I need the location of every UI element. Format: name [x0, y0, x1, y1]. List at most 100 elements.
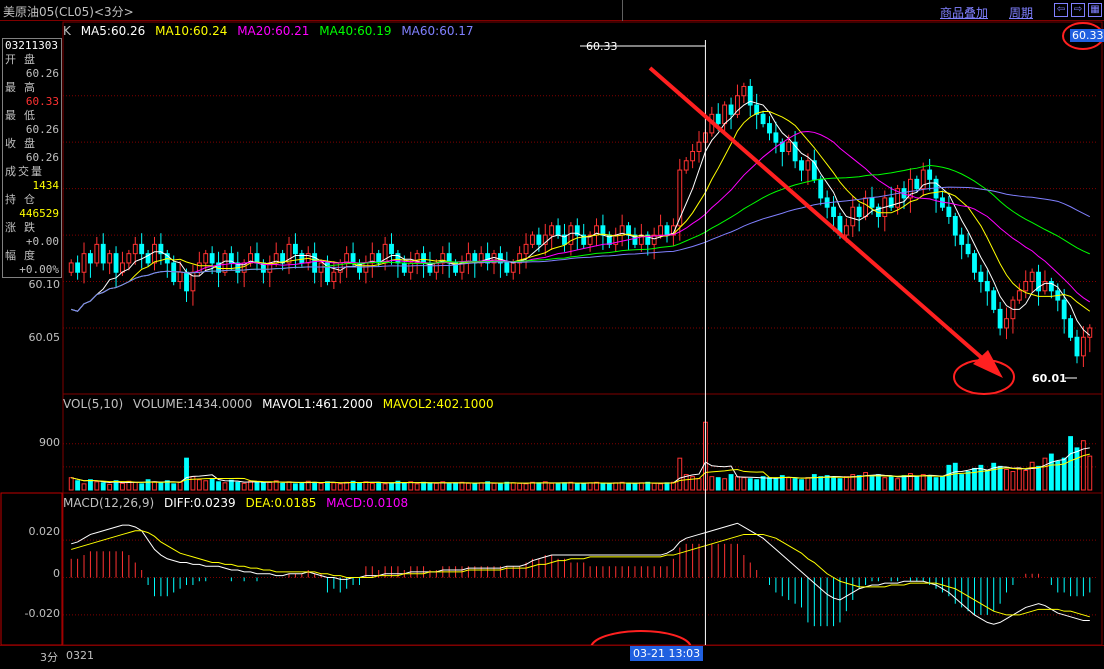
volume-bar: [927, 475, 933, 491]
volume-bar: [709, 476, 715, 491]
volume-bar: [196, 479, 202, 491]
candle-body: [421, 253, 426, 264]
volume-bar: [568, 481, 574, 491]
volume-bar: [952, 462, 958, 491]
pct-label: 幅度: [5, 249, 43, 262]
vol-tick-label: 900: [39, 436, 60, 449]
candle-body: [401, 262, 407, 273]
candle-body: [81, 253, 87, 273]
volume-label: 成交量: [5, 165, 44, 178]
volume-bar: [933, 477, 939, 491]
ma10-line: [71, 111, 1091, 312]
volume-bar: [786, 477, 792, 491]
volume-bar: [1055, 460, 1061, 491]
volume-bar: [946, 464, 952, 491]
candle-body: [658, 225, 663, 236]
mavol1-value: MAVOL1:461.2000: [262, 397, 373, 411]
scroll-left-icon[interactable]: ⇦: [1054, 3, 1068, 17]
high-label: 最高: [5, 81, 43, 94]
volume-bar: [722, 478, 728, 491]
candle-body: [722, 104, 728, 125]
candle-body: [113, 253, 119, 273]
volume-bar: [369, 482, 375, 491]
dea-value: DEA:0.0185: [245, 496, 317, 510]
open-value: 60.26: [25, 67, 59, 80]
volume-bar: [318, 482, 324, 491]
macd-panel-frame: [62, 492, 1103, 646]
candle-body: [683, 160, 689, 171]
volume-bar: [331, 482, 337, 491]
period-label: 3分: [40, 651, 58, 664]
diff-value: DIFF:0.0239: [163, 496, 236, 510]
candle-body: [1061, 299, 1067, 320]
candle-body: [68, 262, 74, 273]
zoom-icon[interactable]: ▦: [1088, 3, 1102, 17]
candle-body: [408, 262, 414, 273]
volume-bar: [741, 477, 747, 491]
volume-bar: [606, 483, 612, 491]
candle-body: [331, 271, 337, 283]
candle-body: [376, 253, 382, 264]
candle-body: [767, 123, 772, 134]
low-value: 60.26: [25, 123, 59, 136]
volume-bar: [478, 482, 484, 491]
candle-body: [690, 150, 696, 162]
ma5-value: MA5:60.26: [80, 24, 146, 38]
volume-bar: [600, 482, 606, 491]
oi-label: 持仓: [5, 193, 43, 206]
candle-body: [549, 225, 555, 236]
candle-body: [504, 262, 510, 273]
volume-bar: [94, 481, 100, 491]
candle-body: [869, 197, 875, 208]
ma20-value: MA20:60.21: [237, 24, 310, 38]
change-value: +0.00: [25, 235, 59, 248]
scroll-right-icon[interactable]: ⇨: [1071, 3, 1085, 17]
kline-chart[interactable]: 60.33 60.01: [0, 0, 1104, 669]
volume-bar: [747, 478, 753, 491]
candle-body: [805, 160, 811, 171]
period-link[interactable]: 周期: [1009, 4, 1033, 21]
volume-bar: [81, 483, 87, 491]
candle-body: [952, 216, 958, 236]
candle-body: [965, 243, 971, 255]
volume-bar: [517, 482, 523, 491]
candle-body: [139, 243, 145, 255]
volume-bar: [875, 474, 881, 491]
candle-body: [222, 253, 228, 273]
candle-body: [100, 243, 106, 264]
candle-body: [978, 271, 984, 283]
volume-bar: [1010, 471, 1016, 491]
volume-bar: [843, 476, 849, 491]
candle-body: [1080, 336, 1086, 357]
trend-arrow-line: [648, 66, 992, 367]
kline-prefix: K: [63, 24, 71, 38]
candle-body: [863, 197, 868, 217]
volume-bar: [299, 482, 305, 491]
volume-bar: [357, 482, 362, 491]
volume-bar: [1080, 440, 1086, 491]
bar-info-panel: 03211303 开盘 60.26 最高 60.33 最低 60.26 收盘 6…: [2, 38, 62, 278]
overlay-commodity-link[interactable]: 商品叠加: [940, 4, 988, 21]
start-date-label: 0321: [66, 649, 94, 662]
ma40-value: MA40:60.19: [319, 24, 392, 38]
volume-bar: [959, 474, 965, 491]
volume-bar: [882, 477, 888, 491]
price-panel-frame: [62, 21, 1103, 395]
volume-bar: [75, 480, 81, 491]
volume-bar: [773, 478, 779, 491]
volume-bar: [1023, 469, 1029, 491]
pct-value: +0.00%: [19, 263, 59, 276]
volume-bar: [459, 481, 465, 491]
candle-body: [728, 104, 734, 115]
volume-bar: [389, 482, 394, 491]
ma5-line: [71, 100, 1091, 336]
low-label: 最低: [5, 109, 43, 122]
candle-body: [946, 206, 952, 217]
volume-bar: [523, 483, 529, 491]
volume-bar: [267, 481, 273, 491]
close-label: 收盘: [5, 137, 43, 150]
volume-bar: [1016, 467, 1022, 491]
candle-body: [831, 206, 836, 217]
volume-bar: [632, 483, 638, 491]
volume-bar: [811, 474, 817, 491]
